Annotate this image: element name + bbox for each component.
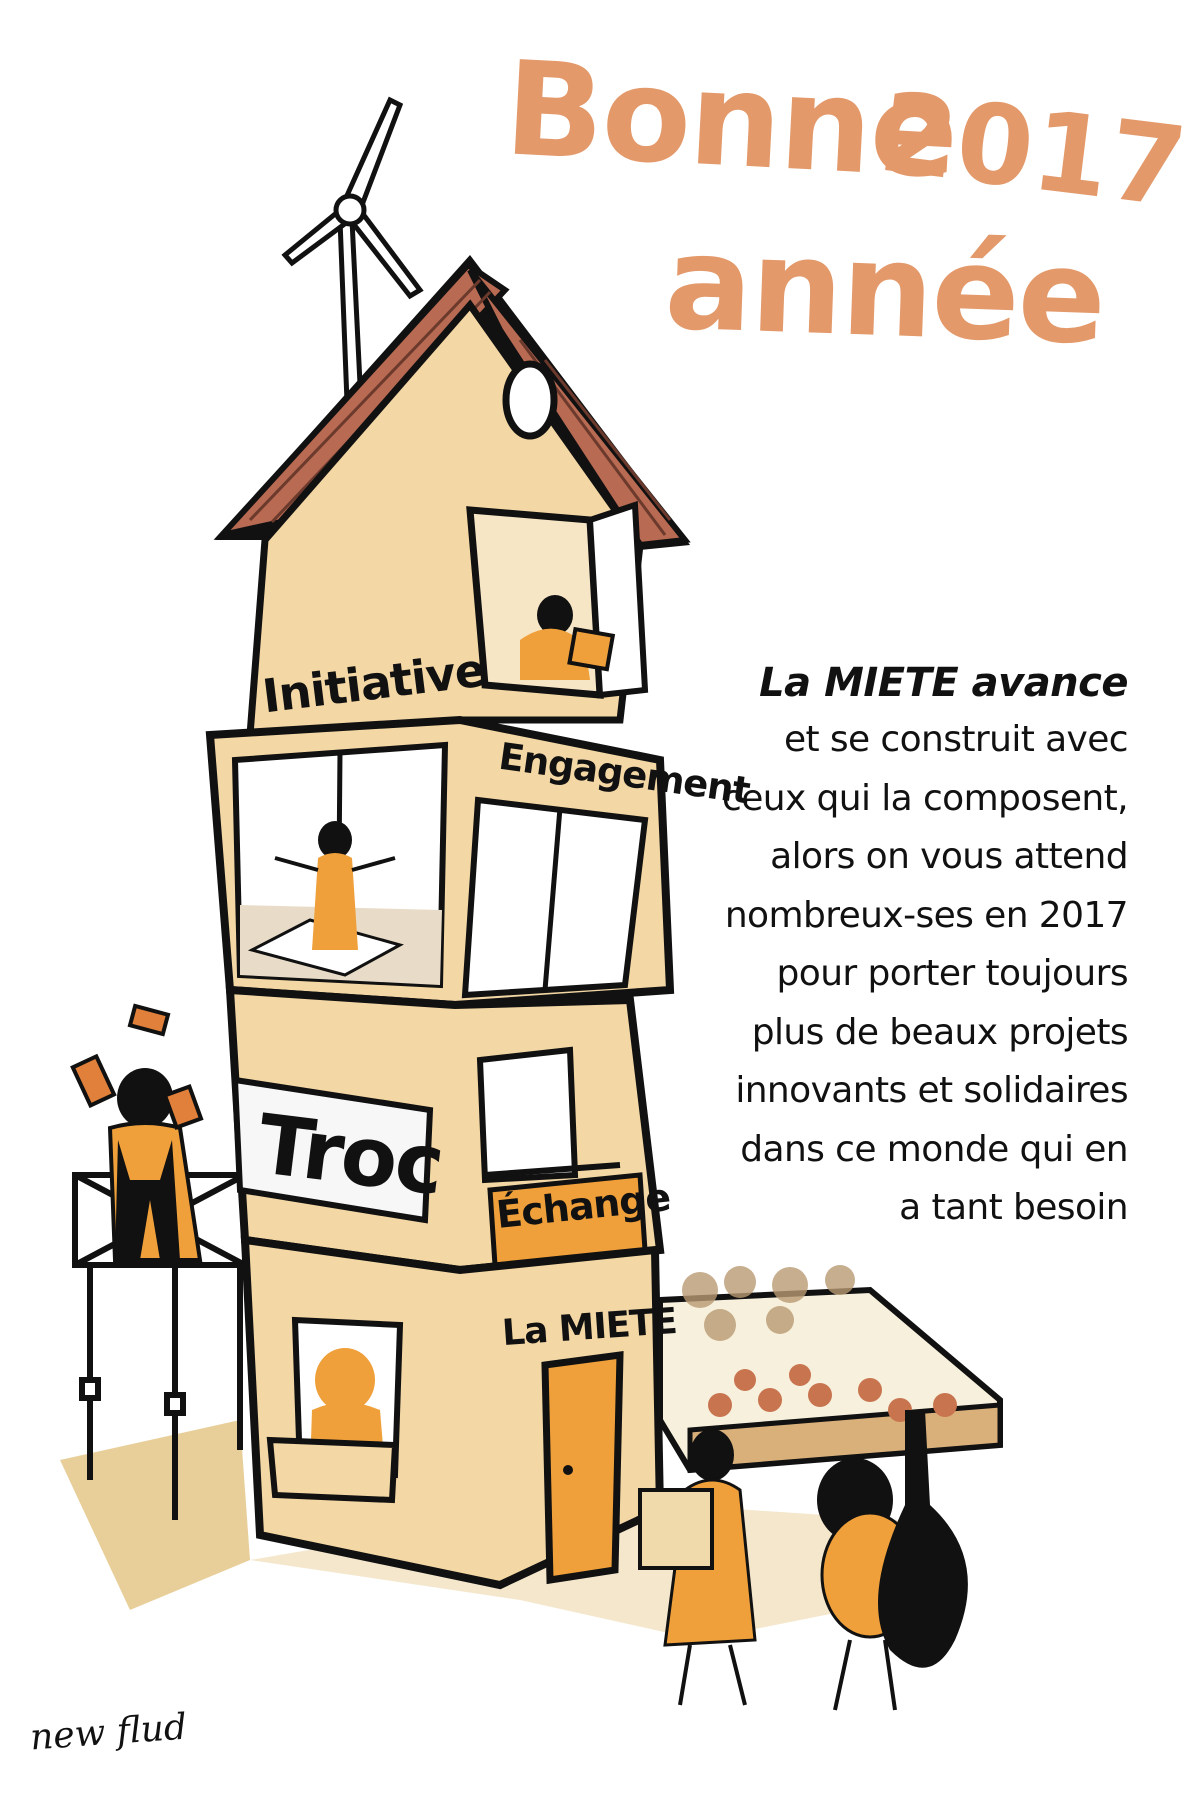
attic-window <box>466 500 649 699</box>
message-line: plus de beaux projets <box>751 1011 1129 1053</box>
message-line: pour porter toujours <box>776 953 1129 994</box>
label-troc: Troc <box>252 1097 448 1214</box>
big-window-right <box>461 796 649 999</box>
big-window-left <box>231 741 449 989</box>
message-line: ceux qui la composent, <box>722 777 1129 819</box>
message-line: a tant besoin <box>899 1187 1128 1228</box>
message-line: innovants et solidaires <box>735 1070 1128 1111</box>
message-block: La MIETE avance et se construit avec ceu… <box>720 655 1129 1238</box>
message-line: et se construit avec <box>783 719 1129 760</box>
round-window <box>502 360 558 440</box>
message-line: alors on vous attend <box>770 836 1128 877</box>
greeting-word-2: année <box>662 206 1107 374</box>
message-line: dans ce monde qui en <box>740 1128 1128 1170</box>
message-line: nombreux-ses en 2017 <box>724 894 1129 936</box>
message-body: et se construit avec ceux qui la compose… <box>720 711 1129 1238</box>
front-door <box>541 1350 624 1585</box>
greeting-card: Bonne 2017 année La MIETE avance et se c… <box>0 0 1200 1800</box>
message-heading: La MIETE avance <box>759 660 1128 706</box>
